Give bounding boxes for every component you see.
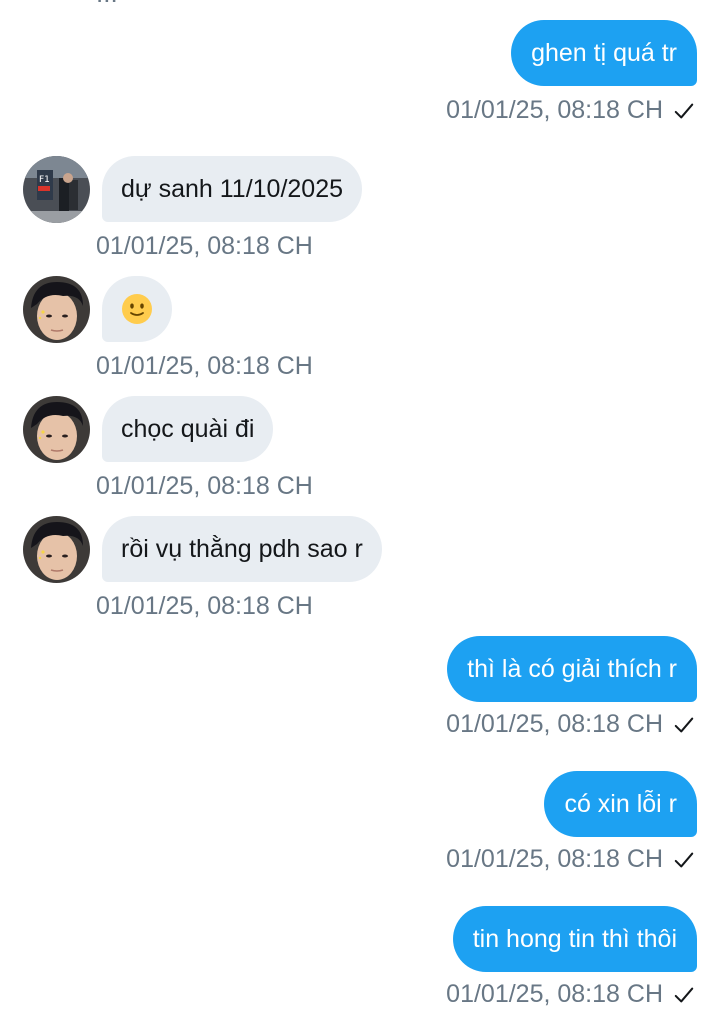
message-bubble-outgoing[interactable]: thì là có giải thích r [447, 636, 697, 702]
message-bubble-incoming[interactable]: rồi vụ thằng pdh sao r [102, 516, 382, 582]
message-meta: 01/01/25, 08:18 CH [446, 845, 695, 874]
partial-timestamp: ... [96, 0, 118, 9]
message-meta: 01/01/25, 08:18 CH [446, 96, 695, 125]
message-text: ghen tị quá tr [531, 38, 677, 67]
avatar-photo-store-icon: F1 [23, 156, 90, 223]
message-bubble-incoming[interactable]: dự sanh 11/10/2025 [102, 156, 363, 222]
avatar[interactable] [23, 276, 90, 343]
avatar[interactable] [23, 516, 90, 583]
message-text: thì là có giải thích r [467, 654, 677, 683]
message-row-outgoing: có xin lỗi r 01/01/25, 08:18 CH [0, 771, 720, 881]
message-row-outgoing: thì là có giải thích r 01/01/25, 08:18 C… [0, 636, 720, 746]
message-timestamp: 01/01/25, 08:18 CH [446, 96, 663, 124]
slightly-smiling-face-emoji-icon [122, 294, 152, 324]
message-meta: 01/01/25, 08:18 CH [446, 980, 695, 1009]
avatar-portrait-icon [23, 516, 90, 583]
check-icon [674, 103, 694, 118]
message-bubble-outgoing[interactable]: có xin lỗi r [544, 771, 697, 837]
message-bubble-incoming[interactable]: chọc quài đi [102, 396, 274, 462]
message-row-incoming: rồi vụ thằng pdh sao r 01/01/25, 08:18 C… [0, 516, 720, 626]
message-timestamp: 01/01/25, 08:18 CH [96, 592, 313, 620]
message-timestamp: 01/01/25, 08:18 CH [446, 845, 663, 873]
message-row-incoming: F1 dự sanh 11/10/2025 01/01/25, 08:18 CH [0, 156, 720, 266]
check-icon [674, 852, 694, 867]
avatar-portrait-icon [23, 396, 90, 463]
message-bubble-incoming[interactable] [102, 276, 172, 342]
message-timestamp: 01/01/25, 08:18 CH [446, 980, 663, 1008]
message-text: có xin lỗi r [564, 789, 677, 818]
message-text: rồi vụ thằng pdh sao r [121, 534, 363, 563]
avatar-portrait-icon [23, 276, 90, 343]
avatar[interactable]: F1 [23, 156, 90, 223]
message-timestamp: 01/01/25, 08:18 CH [446, 710, 663, 738]
message-text: tin hong tin thì thôi [472, 924, 677, 953]
message-row-outgoing: tin hong tin thì thôi 01/01/25, 08:18 CH [0, 906, 720, 1024]
message-meta: 01/01/25, 08:18 CH [446, 710, 695, 739]
message-timestamp: 01/01/25, 08:18 CH [96, 232, 313, 260]
message-timestamp: 01/01/25, 08:18 CH [96, 352, 313, 380]
message-bubble-outgoing[interactable]: tin hong tin thì thôi [452, 906, 697, 972]
message-bubble-outgoing[interactable]: ghen tị quá tr [511, 20, 697, 86]
check-icon [674, 717, 694, 732]
message-timestamp: 01/01/25, 08:18 CH [96, 472, 313, 500]
message-row-incoming: 01/01/25, 08:18 CH [0, 276, 720, 386]
message-text: dự sanh 11/10/2025 [121, 174, 344, 203]
message-text: chọc quài đi [121, 414, 255, 443]
avatar[interactable] [23, 396, 90, 463]
check-icon [674, 987, 694, 1002]
conversation-thread[interactable]: ... ghen tị quá tr 01/01/25, 08:18 CH F1 [0, 0, 720, 1024]
svg-text:F1: F1 [39, 175, 50, 185]
message-row-incoming: chọc quài đi 01/01/25, 08:18 CH [0, 396, 720, 506]
message-row-outgoing: ghen tị quá tr 01/01/25, 08:18 CH [0, 20, 720, 130]
